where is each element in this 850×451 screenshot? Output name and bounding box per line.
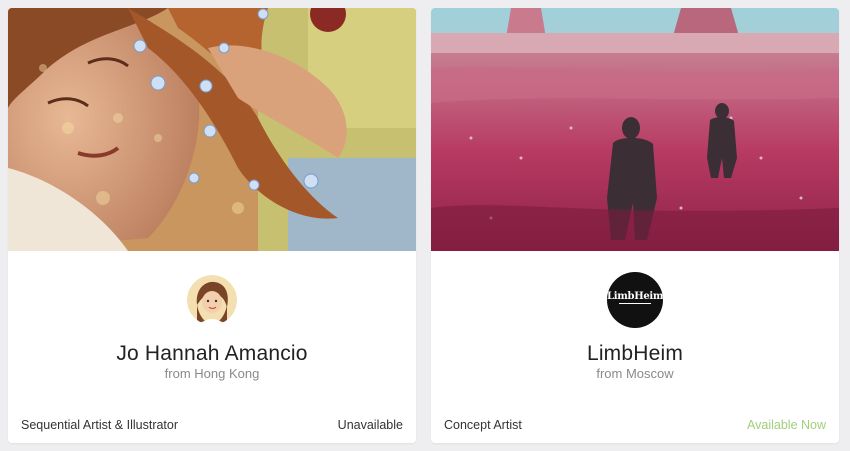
artist-name[interactable]: LimbHeim (431, 342, 839, 366)
artist-role: Sequential Artist & Illustrator (21, 418, 179, 432)
artist-card[interactable]: Jo Hannah Amancio from Hong Kong Sequent… (8, 8, 416, 443)
logo-underline (619, 303, 651, 304)
artist-card[interactable]: LimbHeim LimbHeim from Moscow Concept Ar… (431, 8, 839, 443)
artist-location: from Moscow (596, 366, 674, 381)
artist-location: from Hong Kong (164, 366, 260, 381)
avatar[interactable]: LimbHeim (607, 272, 663, 328)
painting-pink-field-figures-icon (431, 8, 839, 251)
availability-status: Available Now (747, 418, 826, 432)
availability-status: Unavailable (337, 418, 403, 432)
cover-image[interactable] (8, 8, 416, 251)
avatar-logo-text: LimbHeim (607, 291, 663, 302)
artist-role: Concept Artist (444, 418, 522, 432)
cover-image[interactable] (431, 8, 839, 251)
avatar-illustrated-girl-icon (187, 275, 237, 325)
artist-name[interactable]: Jo Hannah Amancio (8, 342, 416, 366)
illustration-girl-with-flowers-icon (8, 8, 416, 251)
avatar[interactable] (187, 275, 237, 325)
